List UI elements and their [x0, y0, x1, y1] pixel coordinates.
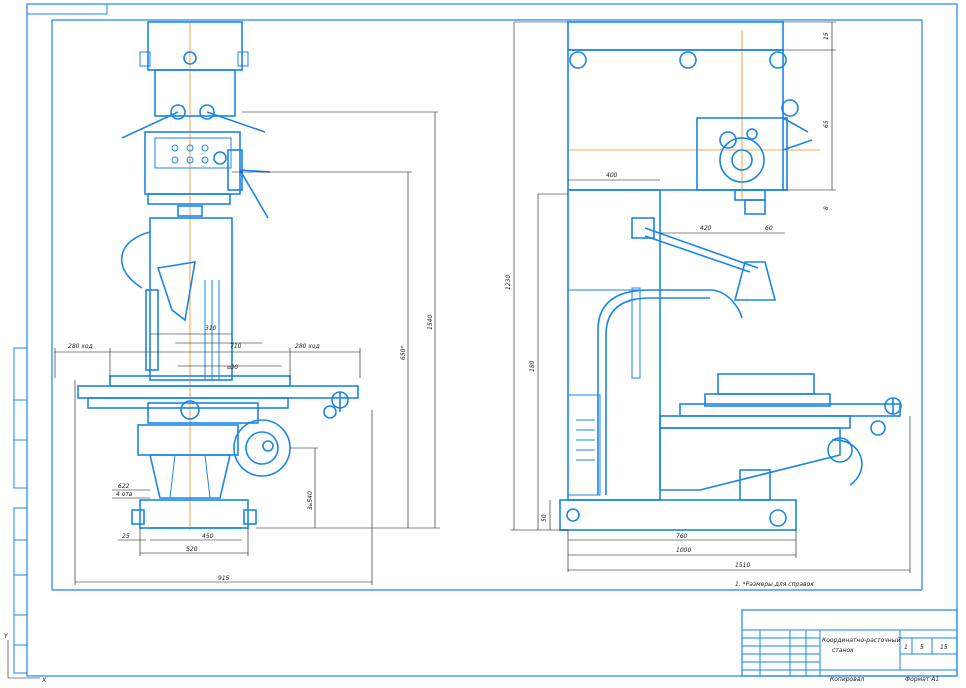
dim-650: 650* — [400, 346, 407, 360]
title-line-1: Координатно-расточный — [822, 637, 900, 644]
dim-915: 915 — [218, 575, 230, 582]
dim-710: 710 — [230, 343, 242, 350]
dim-622: 622 — [118, 483, 130, 490]
dim-280-right: 280 ход — [295, 343, 320, 350]
dim-760: 760 — [676, 533, 688, 540]
drawing-sheet: 280 ход 280 ход 310 710 ⌀30 650* 1540 3ь… — [0, 0, 966, 684]
title-block: Координатно-расточный станок 1 5 15 Копи… — [741, 609, 958, 683]
dim-450: 450 — [202, 533, 214, 540]
dim-3b540: 3ь540 — [307, 491, 314, 510]
side-dimensions: 15 65 8 400 420 60 1230 180 50 760 1000 … — [505, 21, 911, 588]
axis-y-label: Y — [4, 633, 9, 640]
dim-630: ⌀30 — [227, 364, 238, 371]
dim-60: 60 — [765, 225, 773, 232]
axis-x-label: X — [41, 677, 47, 684]
sheet-info-2: 5 — [920, 644, 924, 651]
dim-400: 400 — [606, 172, 618, 179]
dim-1230: 1230 — [505, 275, 512, 290]
dim-4otv: 4 отв — [116, 491, 133, 498]
dim-1000: 1000 — [676, 547, 691, 554]
format-label: Формат А1 — [905, 676, 939, 683]
dim-25: 25 — [122, 533, 130, 540]
dim-280-left: 280 ход — [68, 343, 93, 350]
copied-label: Копировал — [830, 676, 864, 683]
dim-420: 420 — [700, 225, 712, 232]
dim-310: 310 — [205, 325, 217, 332]
dim-180: 180 — [529, 360, 536, 372]
sheet-info-3: 15 — [940, 644, 948, 651]
dim-1540: 1540 — [427, 315, 434, 330]
front-view — [77, 21, 359, 530]
dim-15: 15 — [823, 32, 830, 40]
dim-520: 520 — [186, 546, 198, 553]
dim-50: 50 — [541, 514, 548, 522]
dim-65: 65 — [823, 120, 830, 128]
dim-8: 8 — [823, 206, 830, 210]
title-line-2: станок — [832, 647, 854, 654]
side-view — [559, 21, 902, 531]
dim-1510: 1510 — [735, 562, 750, 569]
note-reference-dims: 1. *Размеры для справок — [735, 581, 814, 588]
sheet-info-1: 1 — [904, 644, 908, 651]
